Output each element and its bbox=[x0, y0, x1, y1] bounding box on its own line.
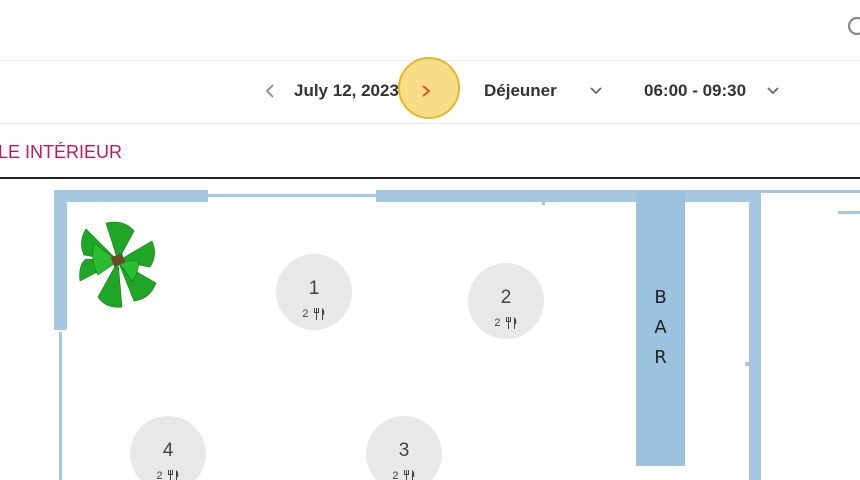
table-4[interactable]: 4 2 bbox=[130, 416, 206, 480]
search-icon[interactable] bbox=[846, 15, 860, 37]
wall-right-thin bbox=[761, 190, 860, 193]
table-number: 3 bbox=[398, 440, 410, 461]
table-capacity: 2 bbox=[468, 317, 544, 330]
table-number: 2 bbox=[500, 287, 512, 308]
tab-room-interieur[interactable]: LE INTÉRIEUR bbox=[0, 141, 122, 163]
table-1[interactable]: 1 2 bbox=[276, 254, 352, 330]
table-3[interactable]: 3 2 bbox=[366, 416, 442, 480]
top-bar bbox=[0, 0, 860, 61]
table-number: 1 bbox=[308, 278, 320, 299]
chevron-down-icon bbox=[767, 87, 779, 95]
floor-plan: B A R 1 2 2 2 3 2 4 2 bbox=[0, 179, 860, 480]
chevron-right-icon[interactable] bbox=[419, 80, 433, 102]
current-date: July 12, 2023 bbox=[294, 81, 399, 100]
chevron-down-icon bbox=[590, 87, 602, 95]
bar-counter: B A R bbox=[636, 190, 685, 466]
table-number: 4 bbox=[162, 440, 174, 461]
wall-top-far-right bbox=[685, 190, 749, 202]
wall-left-lower bbox=[59, 332, 62, 480]
wall-right-notch bbox=[745, 362, 749, 366]
bar-letter: B bbox=[654, 287, 667, 308]
cutlery-icon bbox=[403, 470, 414, 480]
plant-icon bbox=[79, 221, 157, 308]
bar-letter: R bbox=[654, 347, 667, 368]
time-range-select[interactable]: 06:00 - 09:30 bbox=[644, 80, 779, 102]
cutlery-icon bbox=[313, 308, 324, 321]
bar-letter: A bbox=[654, 317, 667, 338]
wall-left-upper bbox=[54, 190, 67, 330]
wall-top-left bbox=[54, 190, 208, 202]
cutlery-icon bbox=[167, 470, 178, 480]
wall-right-edge bbox=[838, 211, 860, 214]
capacity-value: 2 bbox=[302, 308, 309, 320]
wall-right-vertical bbox=[749, 190, 761, 480]
service-label: Déjeuner bbox=[484, 81, 557, 100]
table-2[interactable]: 2 2 bbox=[468, 263, 544, 339]
wall-top-thin bbox=[208, 194, 376, 197]
table-capacity: 2 bbox=[130, 470, 206, 480]
capacity-value: 2 bbox=[156, 470, 163, 480]
table-capacity: 2 bbox=[276, 308, 352, 321]
capacity-value: 2 bbox=[494, 317, 501, 329]
wall-pillar-notch bbox=[542, 202, 545, 205]
chevron-left-icon[interactable] bbox=[262, 80, 278, 102]
time-range-label: 06:00 - 09:30 bbox=[644, 81, 747, 100]
wall-top-right bbox=[376, 190, 636, 202]
cutlery-icon bbox=[505, 317, 516, 330]
capacity-value: 2 bbox=[392, 470, 399, 480]
table-capacity: 2 bbox=[366, 470, 442, 480]
service-select[interactable]: Déjeuner bbox=[484, 80, 602, 102]
